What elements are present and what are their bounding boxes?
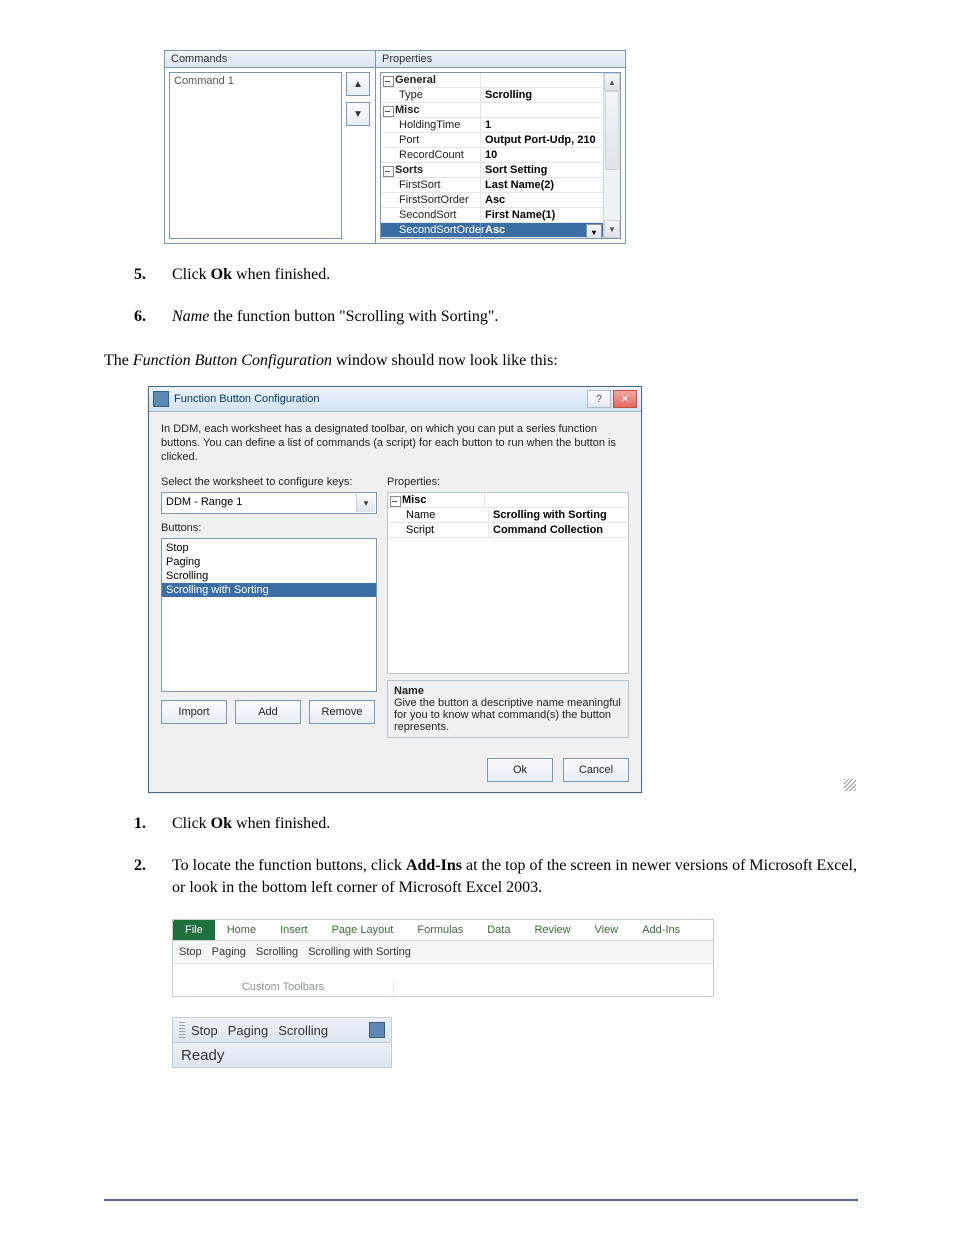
help-button[interactable]: ? <box>587 390 611 408</box>
page-footer-rule <box>104 1199 858 1201</box>
command-item[interactable]: Command 1 <box>174 75 234 87</box>
list-item[interactable]: Paging <box>162 555 376 569</box>
window-icon <box>153 391 169 407</box>
window-title: Function Button Configuration <box>174 393 320 405</box>
property-row[interactable]: ScriptCommand Collection <box>388 523 628 538</box>
ribbon-tab[interactable]: View <box>583 920 631 940</box>
close-button[interactable]: ✕ <box>613 390 637 408</box>
list-item[interactable]: Stop <box>162 541 376 555</box>
chevron-down-icon[interactable]: ▾ <box>356 494 375 512</box>
dropdown-icon[interactable]: ▾ <box>586 224 602 239</box>
property-row[interactable]: SortsSort Setting <box>381 163 604 178</box>
custom-toolbar[interactable]: Stop Paging Scrolling <box>172 1017 392 1043</box>
toolbar-button[interactable]: Scrolling <box>278 1023 328 1038</box>
properties-header: Properties <box>376 51 625 68</box>
ribbon-tab[interactable]: Review <box>522 920 582 940</box>
ribbon-tab[interactable]: Data <box>475 920 522 940</box>
step-2: 2.To locate the function buttons, click … <box>104 855 858 899</box>
property-row[interactable]: General <box>381 73 604 88</box>
property-row[interactable]: HoldingTime1 <box>381 118 604 133</box>
ok-button[interactable]: Ok <box>487 758 553 782</box>
intro-text: In DDM, each worksheet has a designated … <box>161 422 629 464</box>
property-row[interactable]: Misc <box>381 103 604 118</box>
list-item[interactable]: Scrolling with Sorting <box>162 583 376 597</box>
move-up-button[interactable]: ▲ <box>346 72 370 96</box>
scroll-thumb[interactable] <box>605 91 619 170</box>
excel-2003-toolbar: Stop Paging Scrolling Ready <box>172 1017 392 1068</box>
status-bar: Ready <box>172 1043 392 1068</box>
property-row[interactable]: SecondSortFirst Name(1) <box>381 208 604 223</box>
property-row[interactable]: NameScrolling with Sorting <box>388 508 628 523</box>
toolbar-button[interactable]: Paging <box>228 1023 268 1038</box>
ribbon-tab[interactable]: Home <box>215 920 268 940</box>
import-button[interactable]: Import <box>161 700 227 724</box>
remove-button[interactable]: Remove <box>309 700 375 724</box>
toolbar-button[interactable]: Paging <box>212 946 246 958</box>
scroll-up-icon[interactable]: ▲ <box>604 73 620 91</box>
move-down-button[interactable]: ▼ <box>346 102 370 126</box>
commands-list[interactable]: Command 1 <box>169 72 342 239</box>
toolbar-button[interactable]: Scrolling <box>256 946 298 958</box>
property-row[interactable]: FirstSortOrderAsc <box>381 193 604 208</box>
custom-toolbar-strip[interactable]: Stop Paging Scrolling Scrolling with Sortin… <box>173 941 713 964</box>
buttons-list[interactable]: StopPagingScrollingScrolling with Sortin… <box>161 538 377 692</box>
ribbon-group-label: Custom Toolbars <box>173 981 394 996</box>
worksheet-combo[interactable]: DDM - Range 1▾ <box>161 492 377 514</box>
toolbar-overflow-icon[interactable] <box>369 1022 385 1038</box>
list-item[interactable]: Scrolling <box>162 569 376 583</box>
ribbon-tab[interactable]: Insert <box>268 920 320 940</box>
ribbon-tab[interactable]: Add-Ins <box>630 920 692 940</box>
ribbon-tabs[interactable]: FileHomeInsertPage LayoutFormulasDataRev… <box>173 920 713 941</box>
ribbon-tab[interactable]: Formulas <box>405 920 475 940</box>
property-row[interactable]: RecordCount10 <box>381 148 604 163</box>
property-row[interactable]: TypeScrolling <box>381 88 604 103</box>
commands-header: Commands <box>165 51 375 68</box>
add-button[interactable]: Add <box>235 700 301 724</box>
excel-ribbon: FileHomeInsertPage LayoutFormulasDataRev… <box>172 919 714 997</box>
toolbar-button[interactable]: Scrolling with Sorting <box>308 946 411 958</box>
cancel-button[interactable]: Cancel <box>563 758 629 782</box>
scroll-down-icon[interactable]: ▼ <box>604 220 620 238</box>
property-row[interactable]: FirstSortLast Name(2) <box>381 178 604 193</box>
step-5: 5.Click Ok when finished. <box>104 264 858 286</box>
ribbon-tab[interactable]: File <box>173 920 215 940</box>
toolbar-handle-icon[interactable] <box>179 1022 185 1038</box>
scrollbar[interactable]: ▲ ▼ <box>603 73 620 238</box>
step-1: 1.Click Ok when finished. <box>104 813 858 835</box>
worksheet-label: Select the worksheet to configure keys: <box>161 476 377 488</box>
toolbar-button[interactable]: Stop <box>191 1023 218 1038</box>
function-button-config-window: Function Button Configuration ? ✕ In DDM… <box>148 386 642 793</box>
toolbar-button[interactable]: Stop <box>179 946 202 958</box>
properties-label: Properties: <box>387 476 629 488</box>
property-row[interactable]: Misc <box>388 493 628 508</box>
property-row[interactable]: PortOutput Port-Udp, 210 <box>381 133 604 148</box>
note-text: The Function Button Configuration window… <box>104 350 858 372</box>
step-6: 6.Name the function button "Scrolling wi… <box>104 306 858 328</box>
ribbon-tab[interactable]: Page Layout <box>320 920 406 940</box>
commands-properties-panel: Commands Command 1 ▲ ▼ Properties Genera… <box>164 50 626 244</box>
resize-grip-icon[interactable] <box>844 779 856 791</box>
buttons-label: Buttons: <box>161 522 377 534</box>
properties-grid[interactable]: GeneralTypeScrollingMiscHoldingTime1Port… <box>380 72 621 239</box>
property-row[interactable]: SecondSortOrderAsc▾ <box>381 223 604 238</box>
properties-grid-2[interactable]: MiscNameScrolling with SortingScriptComm… <box>387 492 629 674</box>
property-description: Name Give the button a descriptive name … <box>387 680 629 738</box>
